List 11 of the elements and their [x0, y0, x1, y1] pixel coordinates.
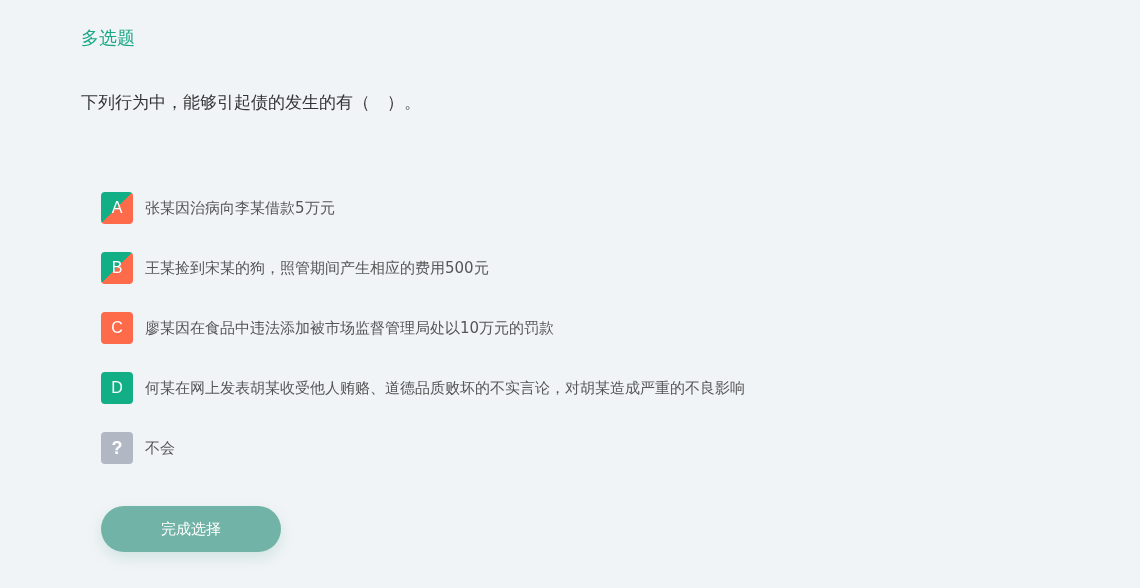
submit-button[interactable]: 完成选择: [101, 506, 281, 552]
option-text[interactable]: 王某捡到宋某的狗，照管期间产生相应的费用500元: [145, 256, 489, 280]
option-text[interactable]: 何某在网上发表胡某收受他人贿赂、道德品质败坏的不实言论，对胡某造成严重的不良影响: [145, 376, 745, 400]
option-letter[interactable]: ?: [101, 432, 133, 464]
option-text[interactable]: 张某因治病向李某借款5万元: [145, 196, 335, 220]
option-text[interactable]: 廖某因在食品中违法添加被市场监督管理局处以10万元的罚款: [145, 316, 555, 340]
question-text: 下列行为中，能够引起债的发生的有（ ）。: [81, 91, 422, 114]
option-letter[interactable]: D: [101, 372, 133, 404]
question-type: 多选题: [81, 26, 136, 50]
option-text[interactable]: 不会: [145, 436, 175, 460]
option-letter[interactable]: C: [101, 312, 133, 344]
